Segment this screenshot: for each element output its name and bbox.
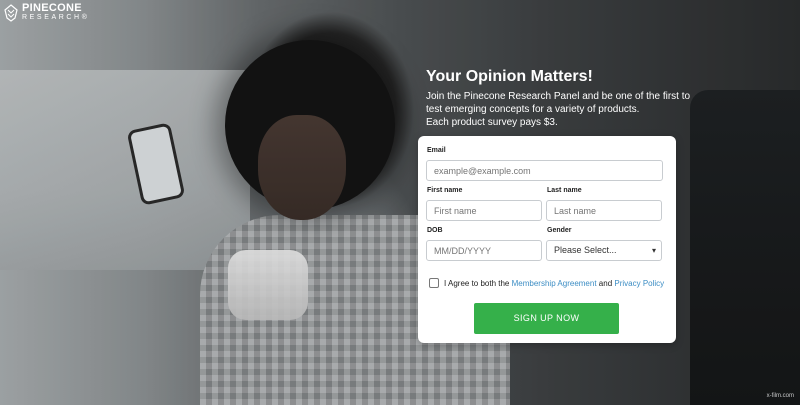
last-name-label: Last name (547, 187, 582, 194)
dob-field[interactable] (426, 240, 542, 261)
brand-subtitle: RESEARCH® (22, 14, 90, 21)
brand-name: PINECONE (22, 2, 82, 14)
first-name-label: First name (427, 187, 463, 194)
gender-select[interactable]: Please Select... ▾ (546, 240, 662, 261)
hero-description: Join the Pinecone Research Panel and be … (426, 91, 691, 128)
pinecone-icon (4, 4, 18, 22)
brand-logo[interactable]: PINECONE RESEARCH® (4, 3, 89, 22)
hero-title: Your Opinion Matters! (426, 68, 593, 85)
email-field[interactable] (426, 160, 663, 181)
sign-up-button[interactable]: SIGN UP NOW (474, 303, 619, 334)
dob-label: DOB (427, 227, 443, 234)
privacy-policy-link[interactable]: Privacy Policy (614, 279, 664, 288)
agreement-row: I Agree to both the Membership Agreement… (429, 278, 664, 288)
last-name-field[interactable] (546, 200, 662, 221)
chevron-down-icon: ▾ (651, 246, 656, 255)
email-label: Email (427, 147, 446, 154)
membership-agreement-link[interactable]: Membership Agreement (512, 279, 597, 288)
watermark: x-film.com (766, 393, 794, 399)
hero-section: Your Opinion Matters! Join the Pinecone … (426, 67, 726, 129)
first-name-field[interactable] (426, 200, 542, 221)
gender-label: Gender (547, 227, 572, 234)
gender-selected-value: Please Select... (554, 245, 617, 255)
agree-checkbox[interactable] (429, 278, 439, 288)
background-overlay (0, 0, 800, 405)
agreement-text: I Agree to both the Membership Agreement… (444, 278, 665, 288)
signup-card: Email First name Last name DOB Gender Pl… (418, 136, 676, 343)
